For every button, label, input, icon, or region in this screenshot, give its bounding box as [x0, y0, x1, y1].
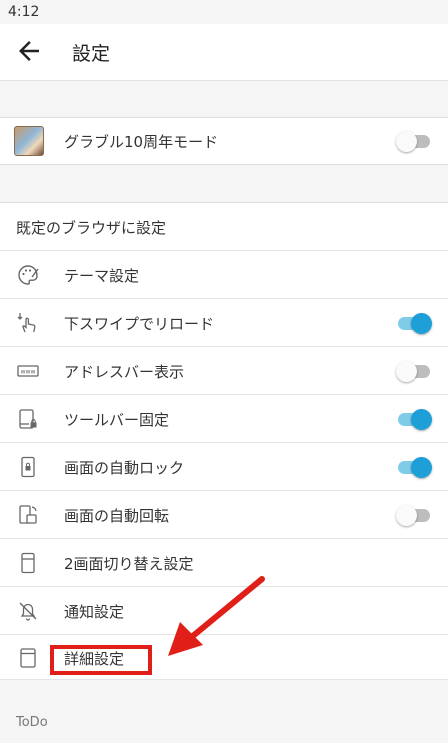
palette-icon: [16, 263, 40, 287]
address-bar-toggle[interactable]: [396, 359, 432, 383]
list-item-notification[interactable]: 通知設定: [0, 587, 448, 635]
list-item-toolbar-lock[interactable]: ツールバー固定: [0, 395, 448, 443]
anniversary-mode-row[interactable]: グラブル10周年モード: [0, 117, 448, 165]
notification-label: 通知設定: [64, 603, 125, 621]
list-item-screen-rotate[interactable]: 画面の自動回転: [0, 491, 448, 539]
annotation-highlight-box: [50, 645, 152, 675]
toolbar-lock-toggle[interactable]: [396, 407, 432, 431]
avatar: [14, 126, 44, 156]
anniversary-mode-toggle[interactable]: [396, 129, 432, 153]
anniversary-mode-label: グラブル10周年モード: [64, 133, 219, 151]
list-item-screen-autolock[interactable]: 画面の自動ロック: [0, 443, 448, 491]
dual-screen-label: 2画面切り替え設定: [64, 555, 194, 573]
toggle-knob: [396, 505, 417, 526]
toolbar-lock-label: ツールバー固定: [64, 411, 170, 429]
screen-rotate-label: 画面の自動回転: [64, 507, 170, 525]
svg-text:www: www: [21, 368, 36, 375]
swipe-down-icon: [16, 311, 40, 335]
status-bar: 4:12: [0, 0, 448, 24]
list-item-default-browser[interactable]: 既定のブラウザに設定: [0, 203, 448, 251]
split-screen-icon: [16, 551, 40, 575]
list-item-dual-screen[interactable]: 2画面切り替え設定: [0, 539, 448, 587]
screen-rotate-icon: [16, 503, 40, 527]
screen-lock-icon: [16, 455, 40, 479]
bell-off-icon: [16, 599, 40, 623]
default-browser-label: 既定のブラウザに設定: [16, 219, 167, 237]
settings-list: 既定のブラウザに設定 テーマ設定 下スワイプでリロード www アドレスバー表示: [0, 202, 448, 680]
address-bar-label: アドレスバー表示: [64, 363, 185, 381]
divider: [0, 679, 448, 680]
www-icon: www: [16, 359, 40, 383]
screen-rotate-toggle[interactable]: [396, 503, 432, 527]
toggle-knob: [411, 409, 432, 430]
toggle-knob: [396, 361, 417, 382]
app-bar: 設定: [0, 24, 448, 81]
toggle-knob: [411, 457, 432, 478]
list-item-theme[interactable]: テーマ設定: [0, 251, 448, 299]
advanced-settings-icon: [16, 646, 40, 670]
toggle-knob: [396, 131, 417, 152]
status-time: 4:12: [8, 4, 40, 20]
swipe-reload-label: 下スワイプでリロード: [64, 315, 215, 333]
page-title: 設定: [72, 43, 111, 65]
toggle-knob: [411, 313, 432, 334]
screen-autolock-label: 画面の自動ロック: [64, 459, 185, 477]
todo-section-header: ToDo: [16, 715, 48, 730]
arrow-back-icon[interactable]: [14, 36, 44, 66]
theme-label: テーマ設定: [64, 267, 140, 285]
list-item-swipe-reload[interactable]: 下スワイプでリロード: [0, 299, 448, 347]
swipe-reload-toggle[interactable]: [396, 311, 432, 335]
screen-autolock-toggle[interactable]: [396, 455, 432, 479]
toolbar-lock-icon: [16, 407, 40, 431]
list-item-address-bar[interactable]: www アドレスバー表示: [0, 347, 448, 395]
